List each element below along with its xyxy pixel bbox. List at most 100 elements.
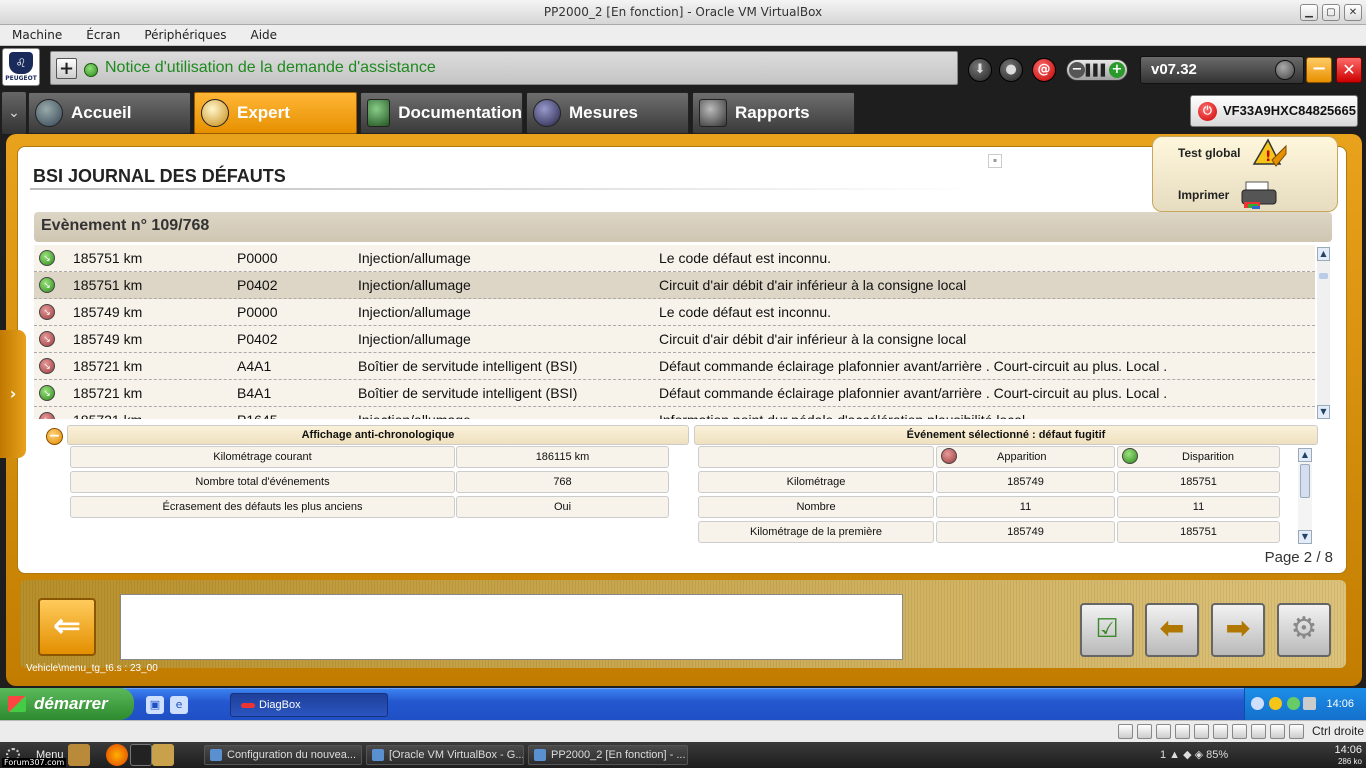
- back-button[interactable]: ⇐: [38, 598, 96, 656]
- menu-peripheriques[interactable]: Périphériques: [132, 25, 238, 45]
- scroll-thumb[interactable]: [1300, 464, 1310, 498]
- left-label-total: Nombre total d'événements: [70, 471, 455, 493]
- imprimer-label[interactable]: Imprimer: [1178, 188, 1229, 202]
- hdd-icon[interactable]: [1118, 724, 1133, 739]
- left-label-ecrasement: Écrasement des défauts les plus anciens: [70, 496, 455, 518]
- tab-mesures[interactable]: Mesures: [526, 92, 689, 134]
- small-checkbox[interactable]: ▪: [988, 154, 1002, 168]
- terminal-icon[interactable]: [130, 744, 152, 766]
- close-icon[interactable]: ✕: [1344, 4, 1362, 21]
- plus-icon[interactable]: +: [56, 58, 77, 79]
- capture-icon[interactable]: [1232, 724, 1247, 739]
- tab-rapports[interactable]: Rapports: [692, 92, 855, 134]
- checklist-button[interactable]: ☑: [1080, 603, 1134, 657]
- fault-cleared-icon: ↘: [39, 250, 55, 266]
- start-button[interactable]: démarrer: [0, 688, 134, 720]
- mouse-icon[interactable]: [1251, 724, 1266, 739]
- tray-back-icon[interactable]: [1251, 697, 1264, 710]
- detail-scrollbar[interactable]: ▲ ▼: [1298, 448, 1312, 544]
- table-row[interactable]: ↘ 185749 km P0000 Injection/allumage Le code…: [34, 299, 1315, 326]
- next-button[interactable]: ➡: [1211, 603, 1265, 657]
- ie-icon[interactable]: e: [170, 696, 188, 714]
- event-km: 185721 km: [73, 358, 143, 374]
- menu-machine[interactable]: Machine: [0, 25, 74, 45]
- host-task-config[interactable]: Configuration du nouvea...: [204, 745, 362, 765]
- minimize-icon[interactable]: ▁: [1300, 4, 1318, 21]
- volume-down-icon[interactable]: −: [1069, 62, 1085, 78]
- display-icon[interactable]: [1194, 724, 1209, 739]
- scroll-up-icon[interactable]: ▲: [1317, 247, 1330, 261]
- waveform-icon: [533, 99, 561, 127]
- usb-icon[interactable]: [1156, 724, 1171, 739]
- col-disparition: Disparition: [1117, 446, 1280, 468]
- menu-aide[interactable]: Aide: [239, 25, 290, 45]
- left-value-ecrasement: Oui: [456, 496, 669, 518]
- keyboard-icon[interactable]: [1270, 724, 1285, 739]
- knob-icon[interactable]: [1275, 60, 1295, 80]
- printer-icon[interactable]: [1240, 178, 1280, 210]
- assistance-notice-bar[interactable]: + Notice d'utilisation de la demande d'a…: [50, 51, 958, 85]
- event-system: Boîtier de servitude intelligent (BSI): [358, 385, 578, 401]
- device-icon[interactable]: [1303, 697, 1316, 710]
- event-system: Injection/allumage: [358, 250, 471, 266]
- desktop-icon[interactable]: ▣: [146, 696, 164, 714]
- vbox-menu-bar: Machine Écran Périphériques Aide: [0, 25, 1366, 46]
- scroll-up-icon[interactable]: ▲: [1298, 448, 1312, 462]
- menu-ecran[interactable]: Écran: [74, 25, 132, 45]
- maximize-icon[interactable]: ▢: [1322, 4, 1340, 21]
- app-minimize-button[interactable]: −: [1306, 57, 1332, 83]
- right-a-premiere: 185749: [936, 521, 1115, 543]
- cd-icon[interactable]: [1137, 724, 1152, 739]
- download-icon[interactable]: ⬇: [968, 58, 992, 82]
- arrow-icon[interactable]: [1289, 724, 1304, 739]
- shield-icon[interactable]: [1269, 697, 1282, 710]
- tab-documentation[interactable]: Documentation: [360, 92, 523, 134]
- vin-display[interactable]: ⏻ VF33A9HXC84825665: [1190, 95, 1358, 127]
- scroll-down-icon[interactable]: ▼: [1298, 530, 1312, 544]
- host-task-vbox-manager[interactable]: [Oracle VM VirtualBox - G...: [366, 745, 524, 765]
- network-icon[interactable]: [1287, 697, 1300, 710]
- event-km: 185749 km: [73, 304, 143, 320]
- status-dot-icon: [84, 63, 98, 77]
- test-global-label[interactable]: Test global: [1178, 146, 1240, 160]
- scroll-thumb[interactable]: [1319, 273, 1328, 279]
- collapse-icon[interactable]: −: [46, 428, 63, 445]
- host-task-pp2000[interactable]: PP2000_2 [En fonction] - ...: [528, 745, 688, 765]
- xp-taskbar: [0, 688, 1366, 720]
- table-row[interactable]: ↘ 185721 km P1645 Injection/allumage Informa…: [34, 407, 1315, 419]
- event-list-scrollbar[interactable]: ▲ ▼: [1317, 247, 1330, 419]
- scroll-down-icon[interactable]: ▼: [1317, 405, 1330, 419]
- volume-up-icon[interactable]: +: [1108, 62, 1125, 78]
- table-row[interactable]: ↘ 185749 km P0402 Injection/allumage Circuit…: [34, 326, 1315, 353]
- event-system: Injection/allumage: [358, 331, 471, 347]
- network-adapter-icon[interactable]: [1213, 724, 1228, 739]
- tab-label: Accueil: [71, 103, 132, 122]
- table-row[interactable]: ↘ 185751 km P0402 Injection/allumage Circuit…: [34, 272, 1315, 299]
- tabs-chevron-down-icon[interactable]: ⌄: [2, 92, 26, 134]
- fault-disappear-icon: [1122, 448, 1138, 465]
- files-icon[interactable]: [68, 744, 90, 766]
- warning-icon[interactable]: !: [1250, 138, 1288, 168]
- volume-control[interactable]: − ▌▌▌ +: [1066, 59, 1128, 81]
- shared-folder-icon[interactable]: [1175, 724, 1190, 739]
- tab-accueil[interactable]: Accueil: [28, 92, 191, 134]
- table-row[interactable]: ↘ 185751 km P0000 Injection/allumage Le code…: [34, 245, 1315, 272]
- settings-gear-button[interactable]: ⚙: [1277, 603, 1331, 657]
- event-system: Injection/allumage: [358, 277, 471, 293]
- firefox-icon[interactable]: [106, 744, 128, 766]
- table-row[interactable]: ↘ 185721 km B4A1 Boîtier de servitude intel…: [34, 380, 1315, 407]
- table-row[interactable]: ↘ 185721 km A4A1 Boîtier de servitude intel…: [34, 353, 1315, 380]
- tab-expert[interactable]: Expert: [194, 92, 357, 134]
- email-icon[interactable]: @: [1032, 58, 1056, 82]
- side-expand-tab[interactable]: ›: [0, 330, 26, 458]
- folder-icon[interactable]: [152, 744, 174, 766]
- taskbar-diagbox[interactable]: DiagBox: [230, 693, 388, 717]
- user-icon[interactable]: ●: [999, 58, 1023, 82]
- app-close-button[interactable]: ✕: [1336, 57, 1362, 83]
- event-list[interactable]: ↘ 185751 km P0000 Injection/allumage Le code…: [34, 245, 1315, 419]
- previous-button[interactable]: ⬅: [1145, 603, 1199, 657]
- right-table-header: Événement sélectionné : défaut fugitif: [694, 425, 1318, 445]
- watermark: Forum307.com: [2, 758, 67, 767]
- lion-icon: ♌: [9, 52, 33, 74]
- fault-cleared-icon: ↘: [39, 277, 55, 293]
